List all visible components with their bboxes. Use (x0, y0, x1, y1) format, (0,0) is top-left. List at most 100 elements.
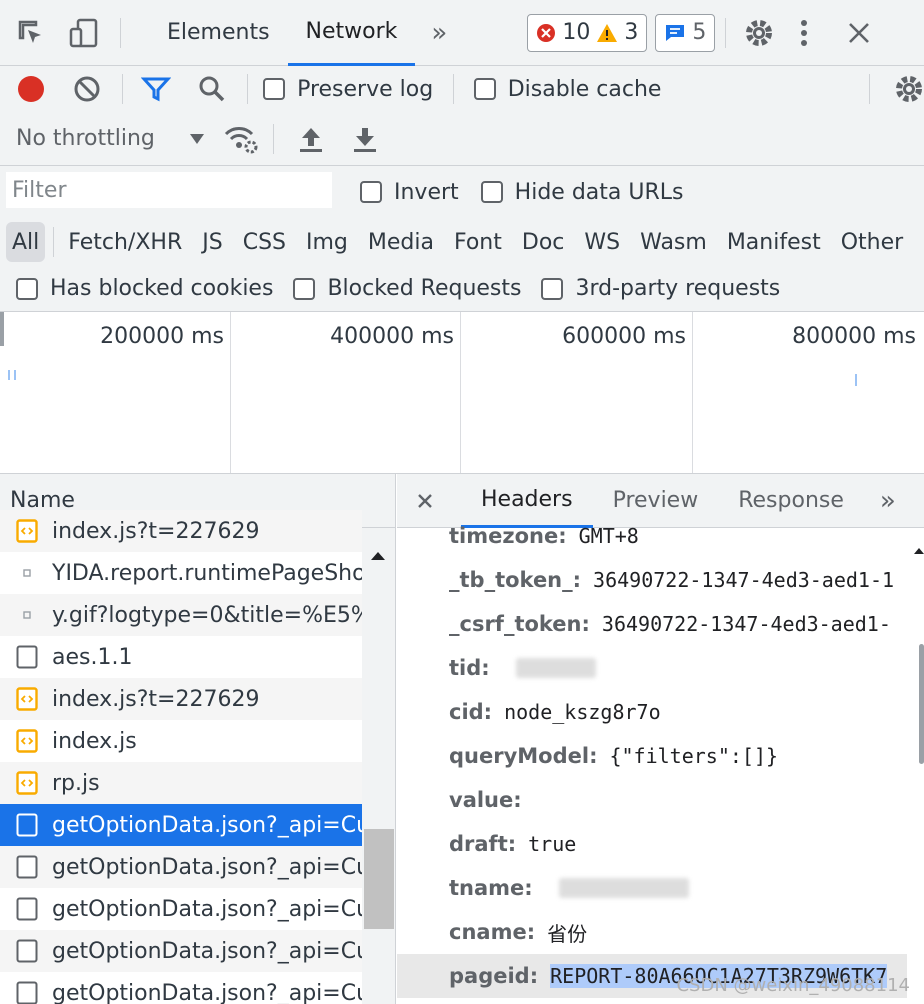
header-key: cid: (449, 700, 493, 724)
network-settings-icon[interactable] (894, 74, 924, 104)
warning-icon (597, 23, 618, 42)
waterfall-overview[interactable]: 200000 ms 400000 ms 600000 ms 800000 ms (0, 312, 924, 474)
filter-icon[interactable] (140, 74, 171, 104)
tab-elements[interactable]: Elements (149, 0, 288, 66)
export-har-icon[interactable] (352, 125, 378, 153)
request-row[interactable]: getOptionData.json?_api=Cu... (0, 804, 362, 846)
separator (53, 227, 55, 257)
script-file-icon (16, 771, 38, 795)
separator (246, 74, 248, 104)
more-tabs-icon[interactable]: » (880, 486, 896, 516)
type-img[interactable]: Img (296, 222, 358, 262)
request-name: rp.js (52, 770, 100, 796)
inspect-element-icon[interactable] (16, 18, 46, 48)
tab-label: Elements (167, 20, 270, 45)
header-row: cid: node_kszg8r7o (449, 690, 661, 734)
preserve-log-checkbox[interactable] (263, 78, 286, 100)
hide-data-urls-checkbox[interactable] (480, 181, 503, 203)
request-row[interactable]: index.js?t=227629 (0, 510, 362, 552)
script-file-icon (16, 729, 38, 753)
header-value: true (528, 832, 577, 856)
script-file-icon (16, 687, 38, 711)
type-js[interactable]: JS (192, 222, 232, 262)
type-all[interactable]: All (6, 222, 46, 262)
header-value: node_kszg8r7o (504, 700, 661, 724)
close-icon[interactable] (848, 22, 870, 44)
message-icon (666, 24, 685, 41)
request-row[interactable]: y.gif?logtype=0&title=%E5%8... (0, 594, 362, 636)
request-row[interactable]: getOptionData.json?_api=Cu... (0, 846, 362, 888)
scrollbar-thumb[interactable] (919, 644, 924, 764)
request-row[interactable]: getOptionData.json?_api=Cu... (0, 972, 362, 1004)
type-fetch-xhr[interactable]: Fetch/XHR (58, 222, 192, 262)
disable-cache-label: Disable cache (507, 76, 662, 102)
tab-response[interactable]: Response (718, 474, 864, 528)
request-row[interactable]: aes.1.1 (0, 636, 362, 678)
import-har-icon[interactable] (298, 125, 324, 153)
type-other[interactable]: Other (831, 222, 913, 262)
timeline-divider (692, 312, 693, 473)
request-row[interactable]: getOptionData.json?_api=Cu... (0, 888, 362, 930)
separator (725, 17, 727, 48)
request-row[interactable]: rp.js (0, 762, 362, 804)
chevron-down-icon[interactable] (189, 133, 205, 145)
blocked-requests-label: Blocked Requests (327, 276, 522, 301)
tab-network[interactable]: Network (287, 0, 416, 66)
tab-label: Response (738, 488, 844, 513)
separator (869, 74, 870, 104)
header-key: tid: (449, 656, 490, 680)
search-icon[interactable] (197, 74, 227, 104)
disable-cache-checkbox[interactable] (473, 78, 496, 100)
timeline-left-edge (0, 312, 4, 346)
header-key: _tb_token_: (449, 568, 582, 592)
timeline-label: 400000 ms (330, 324, 454, 349)
scroll-up-icon (913, 536, 924, 561)
blocked-requests-checkbox[interactable] (293, 277, 316, 300)
messages-counter[interactable]: 5 (655, 13, 716, 52)
request-name: aes.1.1 (52, 644, 133, 670)
type-css[interactable]: CSS (233, 222, 296, 262)
record-icon[interactable] (16, 74, 46, 104)
type-wasm[interactable]: Wasm (630, 222, 717, 262)
type-font[interactable]: Font (444, 222, 512, 262)
scrollbar-track[interactable] (362, 528, 395, 1004)
header-row: tname: (449, 866, 689, 910)
network-toolbar: Preserve log Disable cache (0, 66, 924, 112)
request-row[interactable]: index.js (0, 720, 362, 762)
third-party-label: 3rd-party requests (575, 276, 781, 301)
gear-icon[interactable] (744, 18, 774, 48)
filter-input[interactable]: Filter (6, 172, 332, 208)
kebab-menu-icon[interactable] (800, 19, 808, 47)
scroll-up-icon[interactable] (370, 542, 386, 567)
document-icon (16, 939, 38, 963)
document-icon (16, 645, 38, 669)
type-doc[interactable]: Doc (512, 222, 575, 262)
document-icon (16, 981, 38, 1004)
separator (453, 74, 454, 104)
type-media[interactable]: Media (358, 222, 444, 262)
tab-label: Preview (612, 488, 699, 513)
error-count: 10 (562, 20, 591, 45)
header-key: tname: (449, 876, 533, 900)
issues-counter[interactable]: 10 3 (527, 13, 648, 52)
request-row[interactable]: YIDA.report.runtimePageSho... (0, 552, 362, 594)
has-blocked-cookies-checkbox[interactable] (16, 277, 38, 300)
request-name: getOptionData.json?_api=Cu... (52, 938, 362, 964)
request-row[interactable]: index.js?t=227629 (0, 678, 362, 720)
clear-icon[interactable] (72, 74, 102, 104)
resource-icon (16, 603, 38, 627)
type-manifest[interactable]: Manifest (717, 222, 831, 262)
header-key: cname: (449, 920, 536, 944)
close-icon[interactable] (417, 493, 433, 509)
throttling-select[interactable]: No throttling (16, 126, 155, 151)
third-party-checkbox[interactable] (541, 277, 564, 300)
network-conditions-icon[interactable] (223, 124, 259, 154)
more-tabs-icon[interactable]: » (431, 18, 447, 48)
request-name: getOptionData.json?_api=Cu... (52, 896, 362, 922)
device-toolbar-icon[interactable] (68, 17, 100, 49)
type-ws[interactable]: WS (574, 222, 630, 262)
scrollbar-thumb[interactable] (364, 829, 394, 929)
invert-checkbox[interactable] (360, 181, 382, 203)
request-row[interactable]: getOptionData.json?_api=Cu... (0, 930, 362, 972)
request-name: getOptionData.json?_api=Cu... (52, 812, 362, 838)
